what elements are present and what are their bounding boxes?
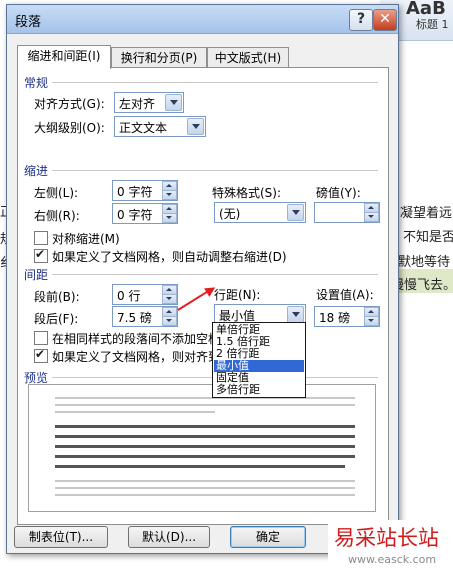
doc-text-right-2: 不知是否 [403,230,453,245]
tab-line-page-breaks[interactable]: 换行和分页(P) [111,47,207,68]
special-indent-value: (无) [219,207,241,221]
spacing-at-spinner[interactable]: 18 磅 [314,306,380,327]
spin-down-icon[interactable] [162,213,177,223]
mirror-indents-checkbox[interactable] [34,231,48,245]
indent-by-label: 磅值(Y): [316,186,361,200]
indent-left-label: 左侧(L): [34,186,79,200]
no-space-same-style-checkbox[interactable] [34,331,48,345]
ribbon-style-name: 标题 1 [416,18,449,31]
dialog-titlebar[interactable]: 段落 ? ✕ [7,5,398,34]
preview-text-line [55,465,345,468]
special-indent-label: 特殊格式(S): [212,186,282,200]
preview-text-line [55,455,355,458]
section-indent-divider [52,170,378,171]
doc-text-right-1: 凝望着远 [400,206,453,221]
special-indent-select[interactable]: (无) [214,202,306,223]
indent-left-value: 0 字符 [117,185,153,199]
tab-indents-spacing[interactable]: 缩进和间距(I) [17,45,111,69]
spacing-after-value: 7.5 磅 [117,311,152,325]
preview-line [55,487,355,489]
section-spacing-label: 间距 [24,268,49,282]
chevron-down-icon[interactable] [287,204,304,221]
preview-line [55,480,355,482]
default-button[interactable]: 默认(D)... [128,526,210,548]
indent-right-label: 右侧(R): [34,209,80,223]
line-spacing-label: 行距(N): [214,288,261,302]
doc-text-right-3: 默地等待 [398,255,451,270]
indent-right-spinner[interactable]: 0 字符 [112,203,178,224]
line-spacing-dropdown: 单倍行距 1.5 倍行距 2 倍行距 最小值 固定值 多倍行距 [212,322,306,398]
spacing-before-spinner[interactable]: 0 行 [112,284,178,305]
alignment-label: 对齐方式(G): [34,97,105,111]
spacing-before-value: 0 行 [117,289,141,303]
preview-text-line [55,425,355,428]
preview-text-line [55,435,355,438]
indent-by-spinner[interactable] [314,202,380,223]
snap-to-grid-checkbox[interactable] [34,347,48,363]
dialog-title: 段落 [15,15,42,30]
watermark-title: 易采站长站 [334,526,439,550]
alignment-select[interactable]: 左对齐 [114,92,184,113]
spin-down-icon[interactable] [162,294,177,304]
section-indent-label: 缩进 [24,164,49,178]
mirror-indents-label: 对称缩进(M) [52,232,120,246]
chevron-down-icon[interactable] [187,118,204,135]
spacing-at-label: 设置值(A): [316,288,374,302]
spacing-at-value: 18 磅 [319,311,351,325]
outline-level-label: 大纲级别(O): [34,121,105,135]
preview-line [55,494,355,496]
section-general-label: 常规 [24,76,49,90]
ok-button[interactable]: 确定 [230,526,306,548]
section-spacing-divider [52,274,378,275]
chevron-down-icon[interactable] [287,306,304,323]
line-spacing-option-multiple[interactable]: 多倍行距 [214,384,304,396]
spacing-after-spinner[interactable]: 7.5 磅 [112,306,178,327]
spin-down-icon[interactable] [162,316,177,326]
spacing-before-label: 段前(B): [34,290,80,304]
indent-right-value: 0 字符 [117,208,153,222]
indent-left-spinner[interactable]: 0 字符 [112,180,178,201]
preview-line [55,397,355,399]
tab-asian-typography[interactable]: 中文版式(H) [207,47,289,68]
outline-level-select[interactable]: 正文文本 [114,116,206,137]
section-general-divider [52,82,378,83]
spin-down-icon[interactable] [364,212,379,222]
alignment-value: 左对齐 [119,97,156,111]
spin-down-icon[interactable] [162,190,177,200]
chevron-down-icon[interactable] [165,94,182,111]
outline-level-value: 正文文本 [119,121,168,135]
help-button[interactable]: ? [349,9,373,31]
preview-line [55,411,215,413]
tabs-button[interactable]: 制表位(T)... [14,526,108,548]
doc-text-right-4: 慢慢飞去。 [391,278,453,293]
preview-text-line [55,445,355,448]
no-space-same-style-label: 在相同样式的段落间不添加空格 [52,332,221,346]
paragraph-preview [28,384,376,512]
spin-down-icon[interactable] [364,316,379,326]
watermark: 易采站长站 www.easck.com [328,520,453,573]
auto-adjust-indent-label: 如果定义了文档网格，则自动调整右缩进(D) [52,250,287,264]
snap-to-grid-label: 如果定义了文档网格，则对齐到 [52,350,221,364]
watermark-url: www.easck.com [348,553,437,566]
spacing-after-label: 段后(F): [34,312,79,326]
auto-adjust-indent-checkbox[interactable] [34,247,48,263]
close-button[interactable]: ✕ [373,9,397,31]
preview-line [55,404,355,406]
